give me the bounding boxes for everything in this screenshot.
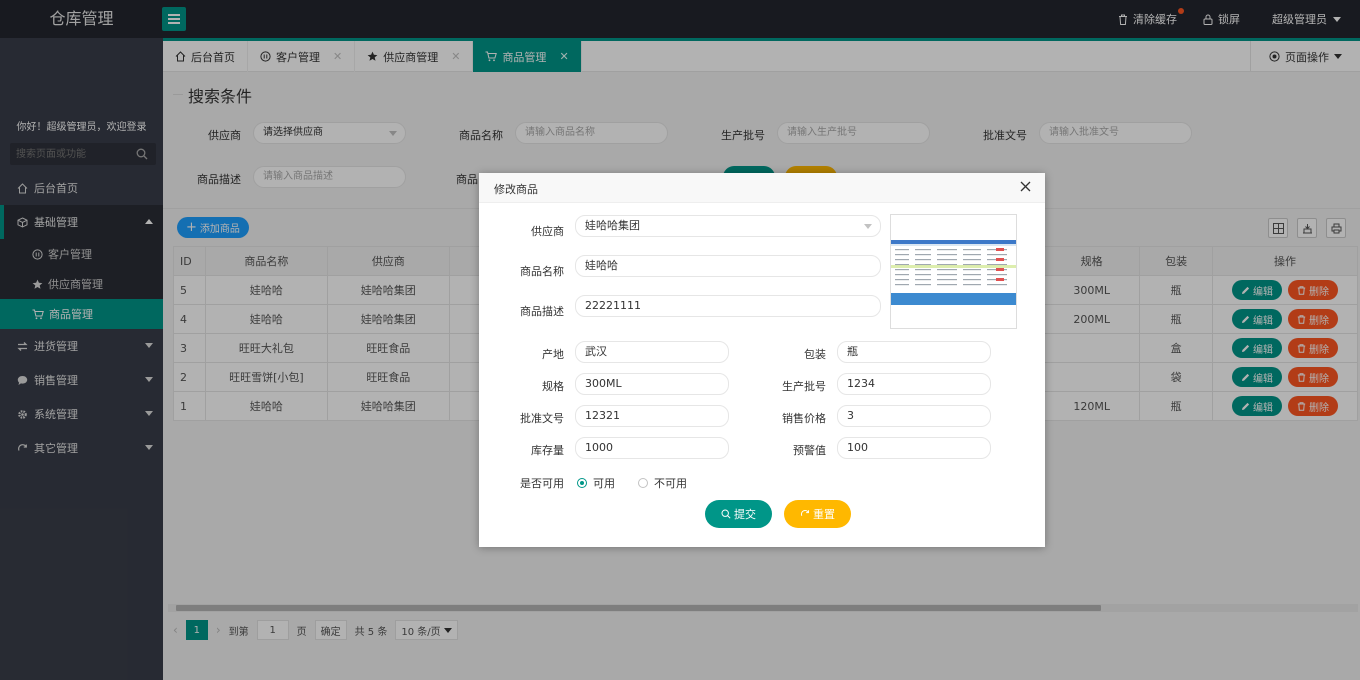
desc-input[interactable]: 22221111 <box>575 295 881 317</box>
desc-label: 商品描述 <box>520 305 564 318</box>
name-input[interactable]: 娃哈哈 <box>575 255 881 277</box>
screenshot-thumbnail-image <box>891 240 1016 305</box>
stock-input[interactable]: 1000 <box>575 437 729 459</box>
origin-input[interactable]: 武汉 <box>575 341 729 363</box>
warn-label: 预警值 <box>793 444 826 457</box>
available-yes-label: 可用 <box>593 477 615 490</box>
supplier-label: 供应商 <box>531 225 564 238</box>
name-label: 商品名称 <box>520 265 564 278</box>
submit-label: 提交 <box>734 508 756 521</box>
dialog-header: 修改商品 <box>479 173 1045 203</box>
chevron-down-icon <box>864 224 872 229</box>
batch-input[interactable]: 1234 <box>837 373 991 395</box>
available-no-radio[interactable]: 不可用 <box>638 475 687 491</box>
reset-button[interactable]: 重置 <box>784 500 851 528</box>
supplier-select[interactable]: 娃哈哈集团 <box>575 215 881 237</box>
available-yes-radio[interactable]: 可用 <box>577 475 615 491</box>
batch-label: 生产批号 <box>782 380 826 393</box>
radio-unchecked-icon <box>638 478 648 488</box>
product-image-thumbnail[interactable] <box>890 214 1017 329</box>
approval-label: 批准文号 <box>520 412 564 425</box>
close-icon[interactable] <box>1020 181 1031 192</box>
submit-button[interactable]: 提交 <box>705 500 772 528</box>
warn-input[interactable]: 100 <box>837 437 991 459</box>
price-input[interactable]: 3 <box>837 405 991 427</box>
stock-label: 库存量 <box>531 444 564 457</box>
radio-checked-icon <box>577 478 587 488</box>
available-label: 是否可用 <box>520 477 564 490</box>
edit-product-dialog: 修改商品 供应商 娃哈哈集团 商品名称 娃哈哈 商品描述 22221111 产地… <box>479 173 1045 547</box>
refresh-icon <box>800 509 809 517</box>
spec-label: 规格 <box>542 380 564 393</box>
available-no-label: 不可用 <box>654 477 687 490</box>
pack-input[interactable]: 瓶 <box>837 341 991 363</box>
dialog-title: 修改商品 <box>494 183 538 196</box>
search-icon <box>721 509 731 519</box>
origin-label: 产地 <box>542 348 564 361</box>
pack-label: 包装 <box>804 348 826 361</box>
approval-input[interactable]: 12321 <box>575 405 729 427</box>
spec-input[interactable]: 300ML <box>575 373 729 395</box>
reset-label: 重置 <box>813 508 835 521</box>
price-label: 销售价格 <box>782 412 826 425</box>
supplier-value: 娃哈哈集团 <box>585 219 640 232</box>
